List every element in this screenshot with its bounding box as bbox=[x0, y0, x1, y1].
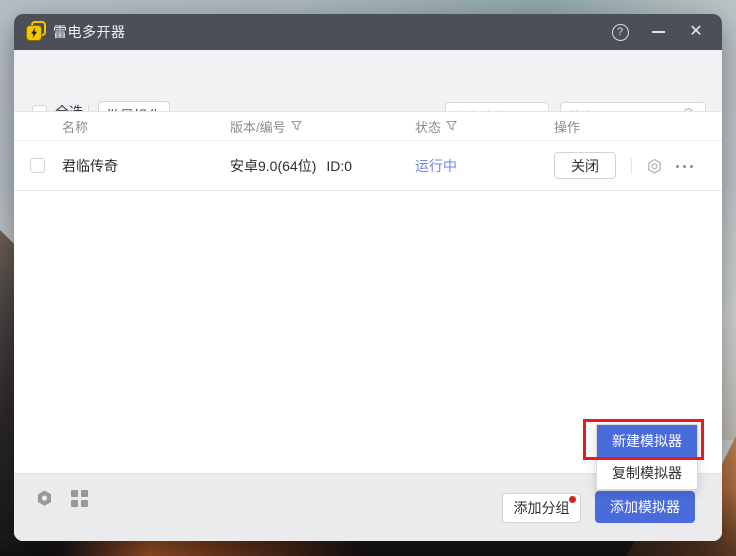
row-close-button[interactable]: 关闭 bbox=[554, 152, 616, 179]
row-more-icon[interactable] bbox=[676, 154, 693, 172]
toolbar: 全选 批量操作 按版本排序 bbox=[14, 50, 722, 111]
minimize-button[interactable] bbox=[644, 19, 672, 45]
menu-item-new-emulator[interactable]: 新建模拟器 bbox=[597, 425, 697, 457]
close-button[interactable]: ✕ bbox=[682, 19, 710, 45]
settings-icon[interactable] bbox=[35, 489, 54, 513]
help-button[interactable]: ? bbox=[606, 19, 634, 45]
table-header: 名称 版本/编号 状态 操作 bbox=[14, 111, 722, 141]
add-group-button[interactable]: 添加分组 bbox=[502, 493, 581, 523]
row-settings-icon[interactable] bbox=[646, 158, 663, 180]
add-emulator-button[interactable]: 添加模拟器 bbox=[595, 491, 695, 523]
row-id: ID:0 bbox=[326, 158, 352, 174]
help-icon: ? bbox=[612, 24, 629, 41]
minimize-icon bbox=[652, 31, 665, 33]
row-status: 运行中 bbox=[415, 141, 457, 190]
column-header-action: 操作 bbox=[554, 112, 580, 140]
row-checkbox-cell bbox=[30, 141, 45, 190]
row-name: 君临传奇 bbox=[62, 141, 118, 190]
column-header-status: 状态 bbox=[415, 112, 457, 140]
app-logo-icon bbox=[26, 23, 44, 41]
table-row[interactable]: 君临传奇 安卓9.0(64位) ID:0 运行中 关闭 bbox=[14, 141, 722, 191]
row-version-cell: 安卓9.0(64位) ID:0 bbox=[230, 141, 352, 190]
add-emulator-popup-menu: 新建模拟器 复制模拟器 bbox=[596, 424, 698, 490]
row-action-divider bbox=[631, 158, 632, 174]
grid-view-icon[interactable] bbox=[71, 490, 88, 507]
menu-item-copy-emulator[interactable]: 复制模拟器 bbox=[597, 457, 697, 489]
column-header-name: 名称 bbox=[62, 112, 88, 140]
filter-icon[interactable] bbox=[291, 119, 302, 134]
column-header-version: 版本/编号 bbox=[230, 112, 302, 140]
wallpaper-ember-glow bbox=[60, 540, 360, 556]
close-icon: ✕ bbox=[689, 24, 702, 40]
row-checkbox[interactable] bbox=[30, 158, 45, 173]
app-window: 雷电多开器 ? ✕ 全选 批量操作 按版本排序 bbox=[14, 14, 722, 541]
filter-icon[interactable] bbox=[446, 119, 457, 134]
window-title: 雷电多开器 bbox=[53, 22, 126, 42]
row-version: 安卓9.0(64位) bbox=[230, 156, 316, 176]
notification-dot bbox=[569, 496, 576, 503]
titlebar[interactable]: 雷电多开器 ? ✕ bbox=[14, 14, 722, 50]
